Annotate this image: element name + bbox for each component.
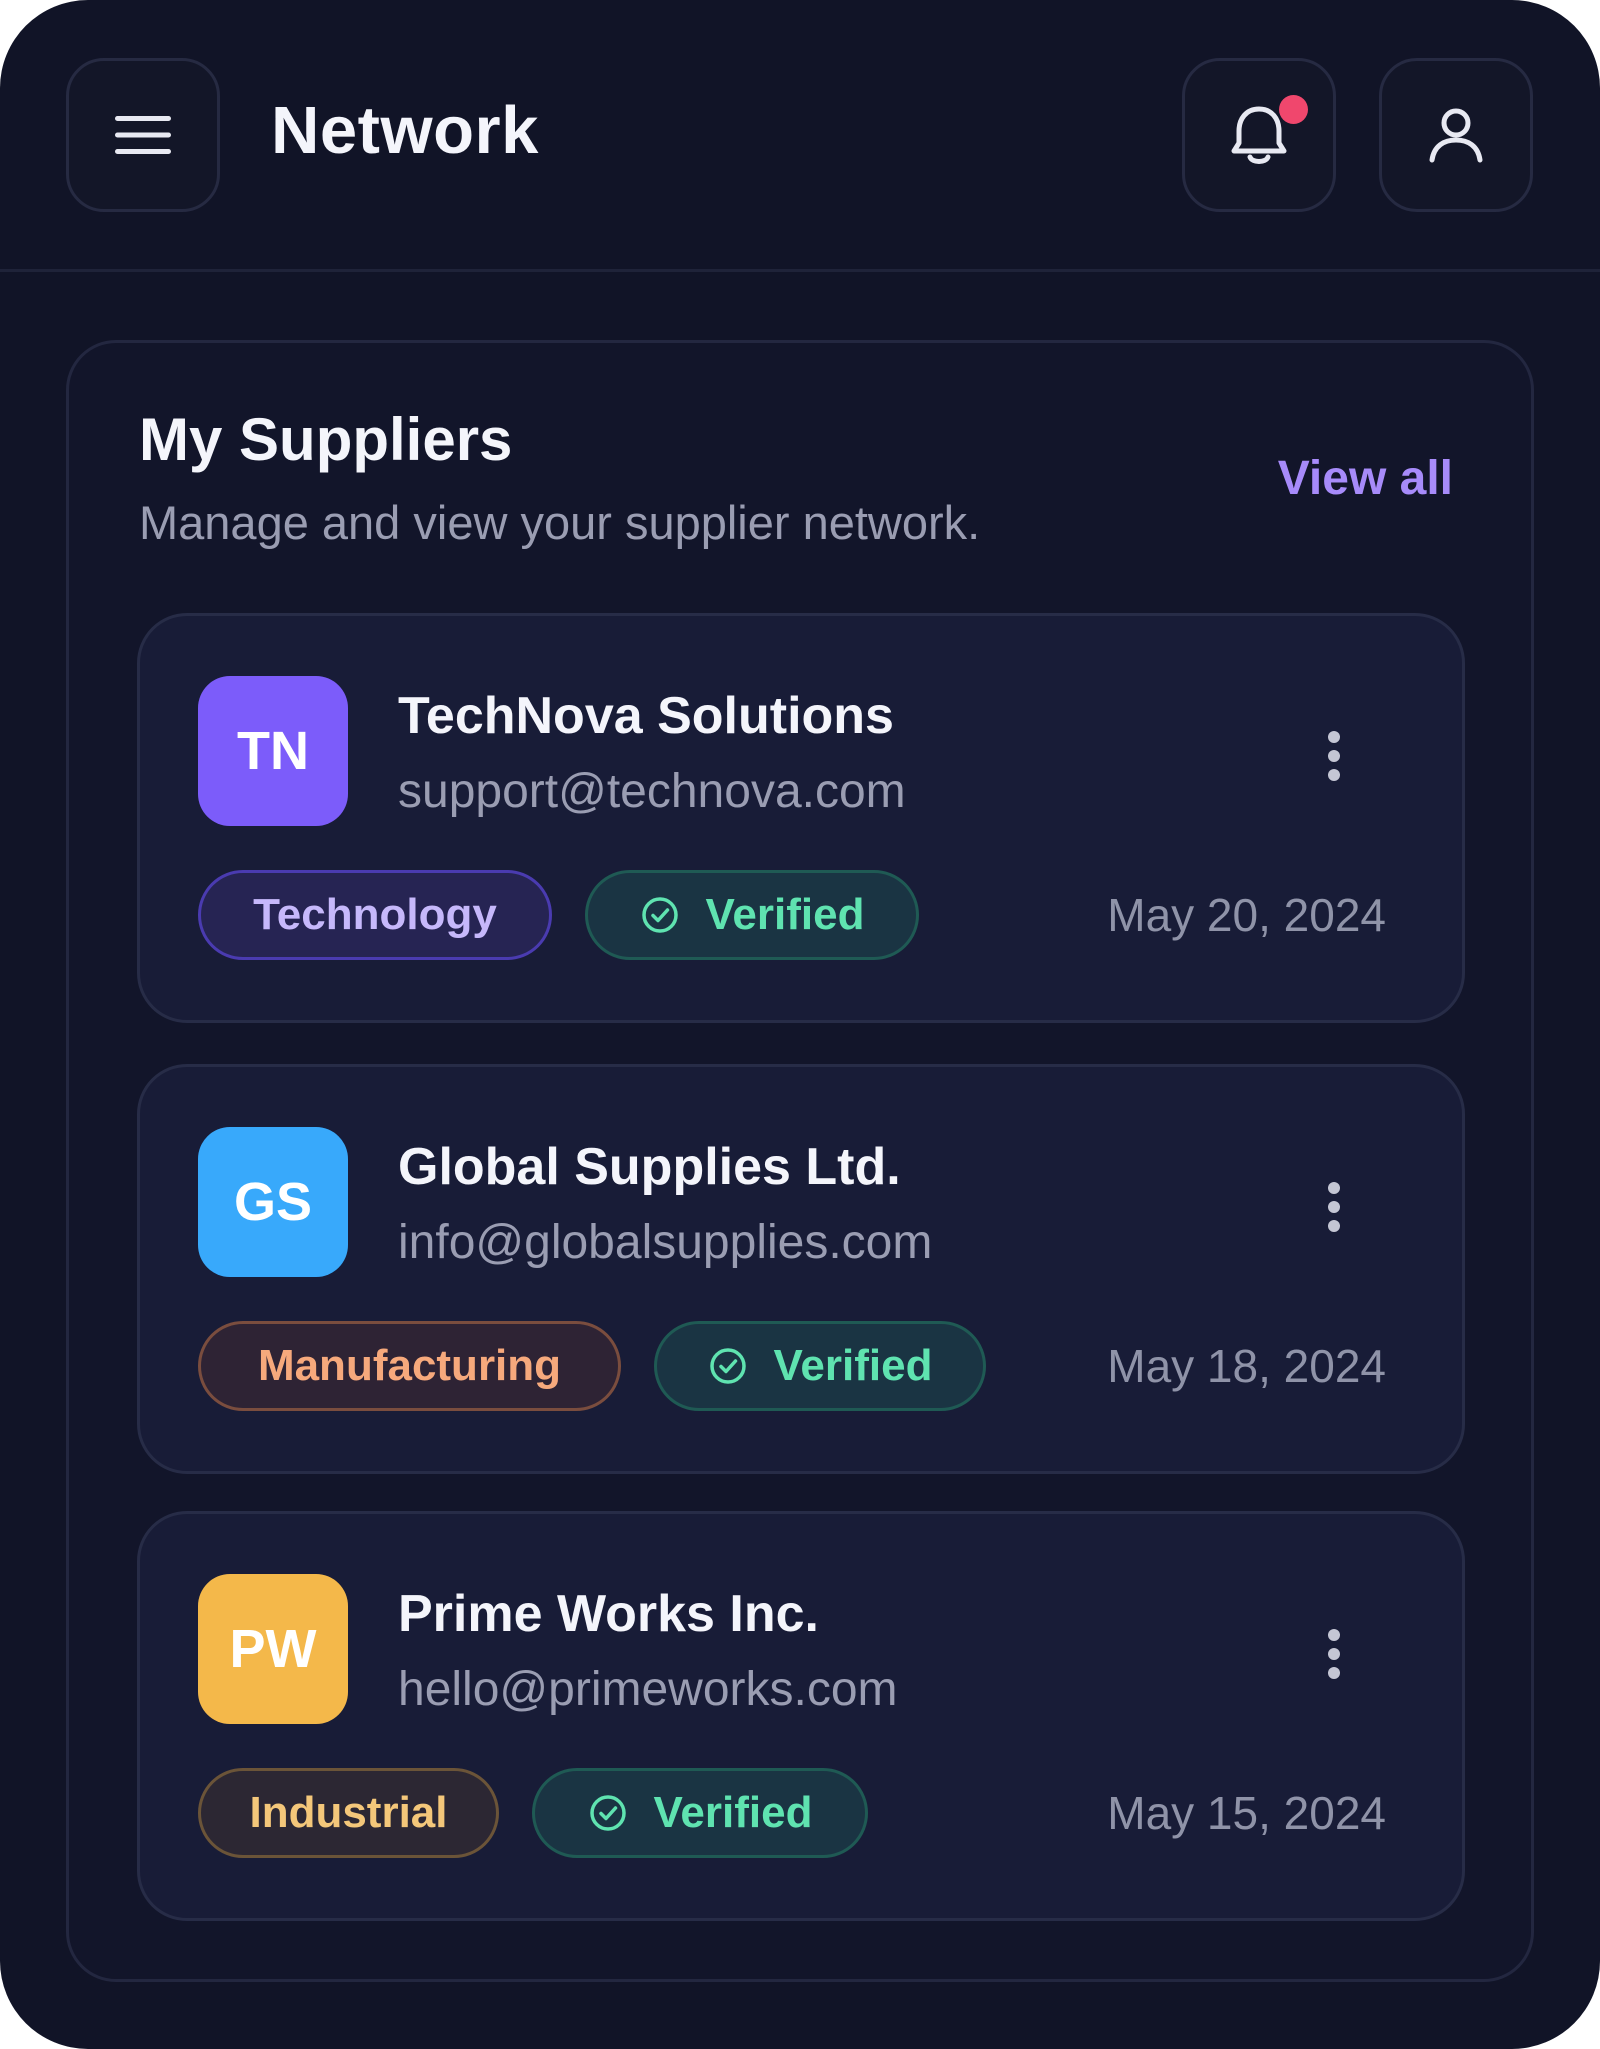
avatar: PW — [198, 1574, 348, 1724]
supplier-email: support@technova.com — [398, 765, 906, 818]
kebab-dot — [1328, 1201, 1340, 1213]
check-circle-icon — [588, 1793, 628, 1833]
supplier-email: info@globalsupplies.com — [398, 1216, 933, 1269]
profile-button[interactable] — [1379, 58, 1533, 212]
supplier-date: May 15, 2024 — [1107, 1787, 1386, 1839]
notifications-button[interactable] — [1182, 58, 1336, 212]
supplier-date: May 18, 2024 — [1107, 1340, 1386, 1392]
supplier-card[interactable]: TN TechNova Solutions support@technova.c… — [137, 613, 1465, 1023]
supplier-date: May 20, 2024 — [1107, 889, 1386, 941]
more-options-button[interactable] — [1308, 716, 1360, 796]
avatar: TN — [198, 676, 348, 826]
menu-icon — [115, 116, 171, 154]
kebab-dot — [1328, 1629, 1340, 1641]
kebab-dot — [1328, 731, 1340, 743]
supplier-email: hello@primeworks.com — [398, 1663, 898, 1716]
status-label: Verified — [773, 1341, 933, 1390]
kebab-dot — [1328, 1667, 1340, 1679]
supplier-name: Global Supplies Ltd. — [398, 1138, 901, 1196]
more-options-button[interactable] — [1308, 1614, 1360, 1694]
supplier-name: TechNova Solutions — [398, 687, 894, 745]
status-label: Verified — [705, 890, 865, 939]
status-badge: Verified — [585, 870, 919, 960]
supplier-card[interactable]: GS Global Supplies Ltd. info@globalsuppl… — [137, 1064, 1465, 1474]
status-label: Verified — [653, 1788, 813, 1837]
supplier-name: Prime Works Inc. — [398, 1585, 819, 1643]
more-options-button[interactable] — [1308, 1167, 1360, 1247]
kebab-dot — [1328, 1220, 1340, 1232]
top-bar: Network — [0, 0, 1600, 272]
check-circle-icon — [708, 1346, 748, 1386]
page-title: Network — [271, 93, 539, 168]
kebab-dot — [1328, 1648, 1340, 1660]
kebab-dot — [1328, 1182, 1340, 1194]
category-badge: Industrial — [198, 1768, 499, 1858]
view-all-link[interactable]: View all — [1278, 451, 1453, 506]
section-subtitle: Manage and view your supplier network. — [139, 496, 981, 549]
category-label: Industrial — [249, 1788, 448, 1837]
status-badge: Verified — [654, 1321, 986, 1411]
app-screen: Network My Suppliers Manage and view you… — [0, 0, 1600, 2049]
kebab-dot — [1328, 750, 1340, 762]
supplier-card[interactable]: PW Prime Works Inc. hello@primeworks.com… — [137, 1511, 1465, 1921]
category-badge: Manufacturing — [198, 1321, 621, 1411]
notification-dot — [1279, 95, 1308, 124]
avatar: GS — [198, 1127, 348, 1277]
check-circle-icon — [640, 895, 680, 935]
category-label: Manufacturing — [257, 1341, 562, 1390]
menu-button[interactable] — [66, 58, 220, 212]
status-badge: Verified — [532, 1768, 868, 1858]
suppliers-panel: My Suppliers Manage and view your suppli… — [66, 340, 1534, 1982]
category-badge: Technology — [198, 870, 552, 960]
section-title: My Suppliers — [139, 406, 513, 473]
user-icon — [1429, 108, 1483, 163]
category-label: Technology — [253, 890, 497, 939]
kebab-dot — [1328, 769, 1340, 781]
